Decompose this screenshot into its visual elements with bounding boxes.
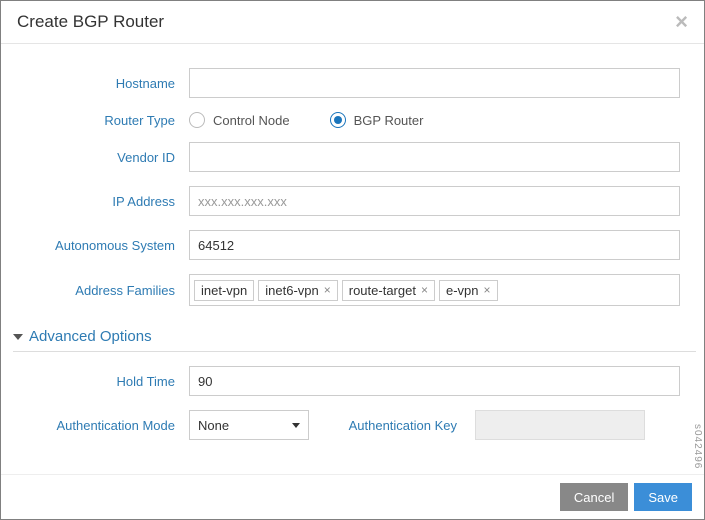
chevron-down-icon (13, 334, 23, 340)
label-autonomous-system: Autonomous System (9, 238, 189, 253)
radio-icon (330, 112, 346, 128)
hold-time-input[interactable] (189, 366, 680, 396)
auth-mode-select[interactable]: None (189, 410, 309, 440)
chevron-down-icon (292, 423, 300, 428)
label-router-id: Router ID (698, 194, 704, 209)
advanced-options-label: Advanced Options (29, 328, 152, 345)
autonomous-system-input[interactable] (189, 230, 680, 260)
close-icon[interactable]: × (484, 283, 491, 297)
close-icon[interactable]: × (675, 11, 688, 33)
row-address-families: Address Families inet-vpn inet6-vpn× rou… (9, 274, 700, 306)
label-vendor-id: Vendor ID (9, 150, 189, 165)
hostname-input[interactable] (189, 68, 680, 98)
label-ip-address: IP Address (9, 194, 189, 209)
tag-route-target[interactable]: route-target× (342, 280, 435, 301)
row-hold-bgp: Hold Time BGP Port (9, 366, 700, 396)
row-router-type: Router Type Control Node BGP Router (9, 112, 700, 128)
radio-bgp-router[interactable]: BGP Router (330, 112, 424, 128)
row-autonomous-system: Autonomous System (9, 230, 700, 260)
row-vendor-id: Vendor ID (9, 142, 700, 172)
label-auth-key: Authentication Key (327, 418, 457, 433)
label-hold-time: Hold Time (9, 374, 189, 389)
vendor-id-input[interactable] (189, 142, 680, 172)
tag-inet6-vpn[interactable]: inet6-vpn× (258, 280, 338, 301)
row-hostname: Hostname (9, 68, 700, 98)
save-button[interactable]: Save (634, 483, 692, 511)
close-icon[interactable]: × (421, 283, 428, 297)
auth-mode-selected: None (198, 418, 229, 433)
modal-body[interactable]: Hostname Router Type Control Node (1, 44, 704, 474)
radio-icon (189, 112, 205, 128)
divider (13, 351, 696, 352)
label-address-families: Address Families (9, 283, 189, 298)
modal-title: Create BGP Router (17, 12, 164, 32)
radio-label-control: Control Node (213, 113, 290, 128)
address-families-tagbox[interactable]: inet-vpn inet6-vpn× route-target× e-vpn× (189, 274, 680, 306)
modal-footer: Cancel Save (1, 474, 704, 519)
router-type-radio-group: Control Node BGP Router (189, 112, 423, 128)
radio-label-bgp: BGP Router (354, 113, 424, 128)
close-icon[interactable]: × (324, 283, 331, 297)
label-bgp-port: BGP Port (698, 374, 704, 389)
create-bgp-router-modal: Create BGP Router × Hostname Router Type (1, 1, 704, 519)
label-auth-mode: Authentication Mode (9, 418, 189, 433)
label-hostname: Hostname (9, 76, 189, 91)
tag-inet-vpn[interactable]: inet-vpn (194, 280, 254, 301)
cancel-button[interactable]: Cancel (560, 483, 628, 511)
advanced-options-toggle[interactable]: Advanced Options (13, 328, 696, 345)
tag-e-vpn[interactable]: e-vpn× (439, 280, 498, 301)
watermark: s042496 (692, 424, 703, 469)
row-ip-router-id: IP Address Router ID (9, 186, 700, 216)
radio-control-node[interactable]: Control Node (189, 112, 290, 128)
ip-address-input[interactable] (189, 186, 680, 216)
row-auth: Authentication Mode None Authentication … (9, 410, 700, 440)
label-router-type: Router Type (9, 113, 189, 128)
auth-key-input[interactable] (475, 410, 645, 440)
modal-header: Create BGP Router × (1, 1, 704, 44)
